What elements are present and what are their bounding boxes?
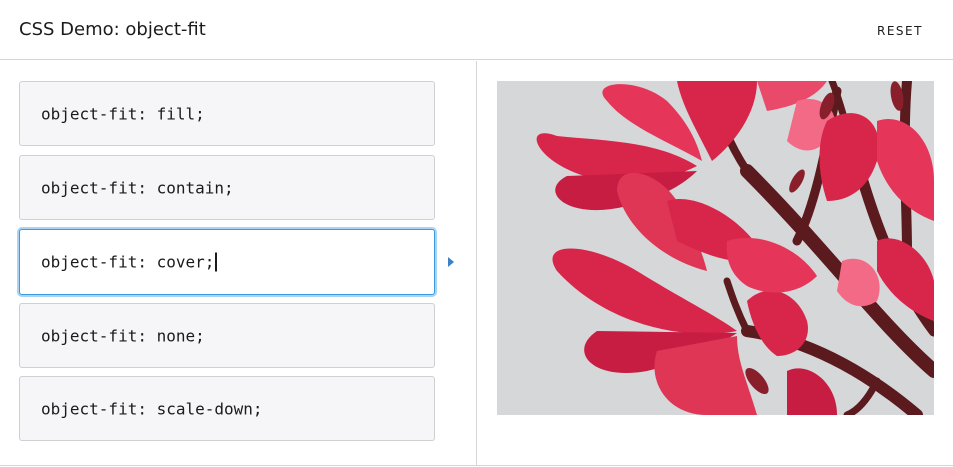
choice-code[interactable]: object-fit: none;: [41, 326, 205, 345]
output-image: [497, 81, 934, 415]
choice-contain[interactable]: object-fit: contain;: [19, 155, 435, 220]
choice-code-text[interactable]: object-fit: cover;: [41, 253, 214, 272]
selected-indicator-icon: [448, 257, 454, 267]
text-caret: [215, 252, 217, 272]
page-title: CSS Demo: object-fit: [19, 19, 206, 40]
reset-button[interactable]: RESET: [868, 20, 932, 42]
panel-divider: [476, 61, 477, 466]
choice-cover[interactable]: object-fit: cover;: [19, 229, 435, 295]
choice-code[interactable]: object-fit: scale-down;: [41, 399, 263, 418]
choice-none[interactable]: object-fit: none;: [19, 303, 435, 368]
choice-code[interactable]: object-fit: contain;: [41, 178, 234, 197]
choice-scale-down[interactable]: object-fit: scale-down;: [19, 376, 435, 441]
bottom-divider: [0, 465, 953, 466]
choice-code[interactable]: object-fit: fill;: [41, 104, 205, 123]
flower-image: [497, 81, 934, 415]
choice-code[interactable]: object-fit: cover;: [41, 252, 217, 272]
choice-fill[interactable]: object-fit: fill;: [19, 81, 435, 146]
demo-header: CSS Demo: object-fit RESET: [0, 0, 953, 60]
